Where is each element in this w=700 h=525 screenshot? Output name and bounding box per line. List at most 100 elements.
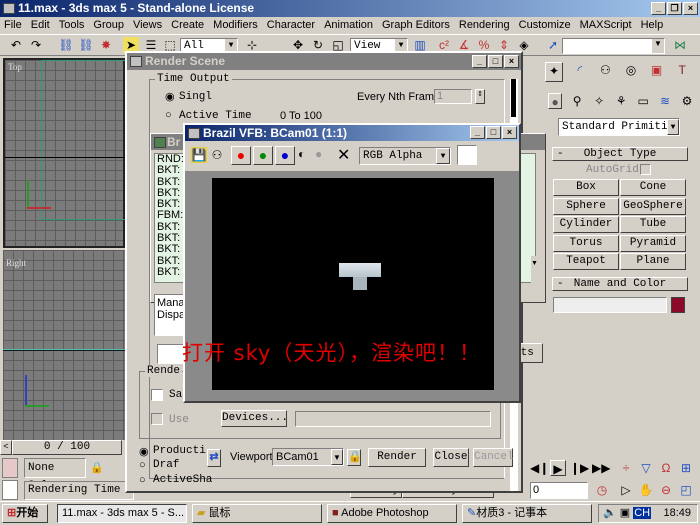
taskbar-item-3dsmax[interactable]: 11.max - 3ds max 5 - S... — [57, 504, 187, 523]
viewport-right[interactable]: Right — [3, 250, 125, 440]
create-cone-button[interactable]: Cone — [620, 179, 686, 196]
menu-create[interactable]: Create — [171, 17, 204, 33]
devices-button[interactable]: Devices... — [221, 410, 288, 427]
goto-end-icon[interactable]: ▶▶ — [592, 460, 610, 476]
display-tab-icon[interactable]: ▣ — [648, 62, 666, 78]
autogrid-checkbox[interactable] — [640, 164, 651, 175]
lock-selection-icon[interactable]: 🔒 — [90, 461, 104, 474]
taskbar-item-folder[interactable]: ▰ 鼠标 — [192, 504, 322, 523]
maximize-button[interactable]: □ — [488, 55, 503, 68]
menu-tools[interactable]: Tools — [59, 17, 85, 33]
production-radio[interactable]: ◉ — [139, 445, 149, 458]
object-color-swatch[interactable] — [671, 297, 685, 313]
minimize-button[interactable]: _ — [472, 55, 487, 68]
category-dropdown[interactable]: Standard Primitiv ▼ — [558, 118, 680, 136]
zoom-all-icon[interactable]: ▽ — [638, 460, 654, 476]
save-file-checkbox[interactable] — [151, 389, 163, 401]
spinner-icon[interactable]: ⇕ — [475, 89, 485, 104]
timeline-prev-button[interactable]: < — [0, 440, 12, 455]
undo-icon[interactable]: ↶ — [8, 37, 24, 53]
name-color-rollout-header[interactable]: - Name and Color — [552, 277, 688, 291]
prev-frame-icon[interactable]: ◀❙ — [530, 460, 549, 476]
menu-rendering[interactable]: Rendering — [459, 17, 510, 33]
link-icon[interactable]: ⛓ — [58, 37, 74, 53]
object-type-rollout-header[interactable]: - Object Type — [552, 147, 688, 161]
single-radio[interactable]: ◉ — [165, 90, 175, 103]
object-name-input[interactable] — [553, 297, 667, 313]
bind-spacewarp-icon[interactable]: ✸ — [98, 37, 114, 53]
helpers-icon[interactable]: ▭ — [636, 93, 650, 109]
named-selection-dropdown[interactable]: ▼ — [562, 38, 665, 54]
volume-icon[interactable]: 🔈 — [603, 507, 617, 519]
lights-icon[interactable]: ✧ — [592, 93, 606, 109]
unlink-icon[interactable]: ⛓ — [78, 37, 94, 53]
green-channel-button[interactable]: ● — [253, 146, 273, 165]
use-device-checkbox[interactable] — [151, 413, 163, 425]
time-config-icon[interactable]: ◷ — [594, 482, 610, 498]
ime-indicator[interactable]: CH — [633, 507, 652, 519]
field-of-view-icon[interactable]: ▷ — [618, 482, 634, 498]
edit-named-sets-icon[interactable]: ➚ — [545, 37, 561, 53]
taskbar-item-photoshop[interactable]: ■ Adobe Photoshop — [327, 504, 457, 523]
motion-tab-icon[interactable]: ◎ — [622, 62, 640, 78]
every-nth-field[interactable]: 1 — [434, 89, 472, 104]
color-swatch[interactable] — [457, 145, 477, 165]
menu-modifiers[interactable]: Modifiers — [213, 17, 258, 33]
menu-maxscript[interactable]: MAXScript — [580, 17, 632, 33]
create-plane-button[interactable]: Plane — [620, 253, 686, 270]
clear-icon[interactable]: ✕ — [337, 145, 350, 165]
systems-icon[interactable]: ⚙ — [680, 93, 694, 109]
close-button[interactable]: × — [502, 126, 517, 139]
menu-edit[interactable]: Edit — [31, 17, 50, 33]
menu-animation[interactable]: Animation — [324, 17, 373, 33]
menu-customize[interactable]: Customize — [519, 17, 571, 33]
cameras-icon[interactable]: ⚘ — [614, 93, 628, 109]
active-time-radio[interactable]: ○ — [165, 109, 172, 121]
channel-dropdown[interactable]: RGB Alpha ▼ — [359, 147, 451, 165]
min-max-toggle-icon[interactable]: ◰ — [678, 482, 694, 498]
close-dialog-button[interactable]: Close — [433, 448, 469, 467]
next-frame-icon[interactable]: ❙▶ — [570, 460, 589, 476]
create-tube-button[interactable]: Tube — [620, 216, 686, 233]
alpha-channel-icon[interactable]: ● — [315, 147, 322, 161]
red-channel-button[interactable]: ● — [231, 146, 251, 165]
modify-tab-icon[interactable]: ◜ — [571, 62, 589, 78]
menu-help[interactable]: Help — [641, 17, 664, 33]
geometry-icon[interactable]: ● — [548, 93, 563, 109]
create-cylinder-button[interactable]: Cylinder — [553, 216, 619, 233]
zoom-icon[interactable]: ÷ — [618, 460, 634, 476]
maximize-viewport-icon[interactable]: ⊞ — [678, 460, 694, 476]
log-scrollbar[interactable]: ▼ — [531, 256, 543, 290]
maxscript-listener-white[interactable] — [2, 480, 18, 500]
mirror-icon[interactable]: ⋈ — [672, 37, 688, 53]
close-button[interactable]: × — [683, 2, 698, 15]
draft-radio[interactable]: ○ — [139, 459, 146, 471]
create-tab-icon[interactable]: ✦ — [545, 62, 563, 82]
orbit-icon[interactable]: ⊖ — [658, 482, 674, 498]
close-button[interactable]: × — [504, 55, 519, 68]
hierarchy-tab-icon[interactable]: ⚇ — [597, 62, 615, 78]
create-box-button[interactable]: Box — [553, 179, 619, 196]
cancel-button[interactable]: Cancel — [473, 448, 514, 467]
save-image-icon[interactable]: 💾 — [191, 147, 207, 163]
spacewarps-icon[interactable]: ≋ — [658, 93, 672, 109]
time-slider[interactable]: 0 / 100 — [12, 440, 122, 455]
menu-graph-editors[interactable]: Graph Editors — [382, 17, 450, 33]
minimize-button[interactable]: _ — [651, 2, 666, 15]
lock-viewport-icon[interactable]: 🔒 — [347, 449, 362, 466]
menu-character[interactable]: Character — [267, 17, 315, 33]
create-pyramid-button[interactable]: Pyramid — [620, 234, 686, 252]
activeshade-radio[interactable]: ○ — [139, 474, 146, 486]
start-button[interactable]: ⊞开始 — [2, 504, 48, 523]
redo-icon[interactable]: ↷ — [28, 37, 44, 53]
menu-file[interactable]: File — [4, 17, 22, 33]
create-geosphere-button[interactable]: GeoSphere — [620, 197, 686, 215]
utilities-tab-icon[interactable]: T — [673, 62, 691, 78]
network-icon[interactable]: ▣ — [620, 507, 630, 519]
shapes-icon[interactable]: ⚲ — [570, 93, 584, 109]
arc-rotate-icon[interactable]: Ω — [658, 460, 674, 476]
create-sphere-button[interactable]: Sphere — [553, 197, 619, 215]
render-button[interactable]: Render — [368, 448, 426, 467]
pan-icon[interactable]: ✋ — [638, 482, 654, 498]
viewport-dropdown[interactable]: BCam01 ▼ — [272, 448, 344, 466]
